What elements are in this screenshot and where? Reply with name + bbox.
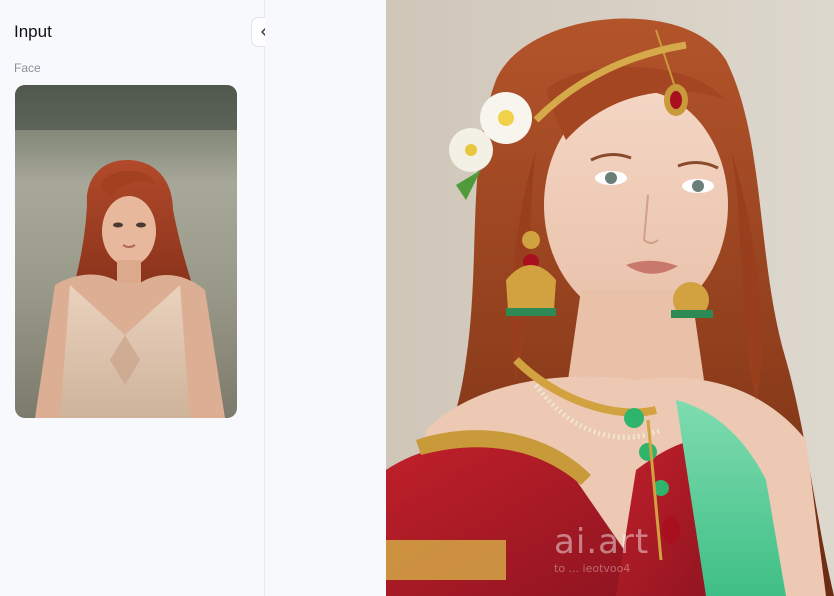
app-root: Input Face ai.art to ... ieotvoo4 <box>0 0 834 596</box>
panel-spacer <box>265 0 386 596</box>
panel-title: Input <box>14 22 52 41</box>
watermark-subtext: to ... ieotvoo4 <box>554 562 631 575</box>
result-image[interactable]: ai.art to ... ieotvoo4 <box>386 0 834 596</box>
face-label: Face <box>14 61 41 75</box>
face-input-image[interactable] <box>15 85 237 418</box>
input-panel: Input Face <box>0 0 281 596</box>
result-photo <box>386 0 834 596</box>
watermark-text: ai.art <box>554 522 650 562</box>
face-photo <box>15 85 237 418</box>
